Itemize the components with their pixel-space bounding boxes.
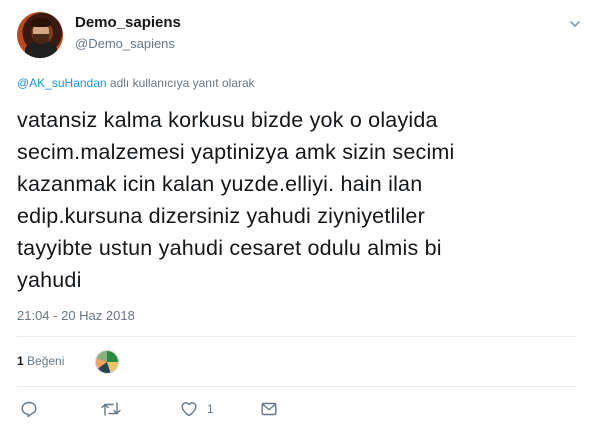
- reply-icon: [21, 401, 37, 418]
- reply-mention-link[interactable]: @AK_suHandan: [17, 76, 107, 90]
- user-handle[interactable]: @Demo_sapiens: [75, 36, 175, 51]
- chevron-down-icon[interactable]: [568, 17, 582, 31]
- avatar[interactable]: [17, 12, 63, 58]
- avatar-beard: [33, 34, 49, 44]
- display-name[interactable]: Demo_sapiens: [75, 14, 181, 31]
- message-icon: [261, 402, 277, 416]
- tweet-text: vatansiz kalma korkusu bizde yok o olayi…: [17, 108, 455, 292]
- retweet-button[interactable]: [100, 398, 122, 420]
- tweet-timestamp[interactable]: 21:04 - 20 Haz 2018: [17, 308, 135, 323]
- avatar-body: [25, 42, 57, 58]
- reply-context-label: adlı kullanıcıya yanıt olarak: [106, 76, 255, 90]
- divider: [17, 336, 577, 337]
- avatar-hair: [31, 18, 51, 27]
- like-count: 1: [207, 402, 214, 416]
- liker-avatar[interactable]: [95, 350, 119, 374]
- like-stats-label: Beğeni: [27, 354, 65, 368]
- heart-icon: [181, 402, 197, 417]
- like-stats-count: 1: [17, 354, 24, 368]
- reply-context: @AK_suHandan adlı kullanıcıya yanıt olar…: [17, 76, 255, 90]
- direct-message-button[interactable]: [260, 398, 278, 420]
- retweet-icon: [101, 402, 121, 416]
- divider: [17, 386, 577, 387]
- like-button[interactable]: 1: [180, 398, 214, 420]
- tweet-actions: 1: [0, 398, 594, 422]
- reply-button[interactable]: [20, 398, 38, 420]
- like-stats[interactable]: 1 Beğeni: [17, 354, 64, 368]
